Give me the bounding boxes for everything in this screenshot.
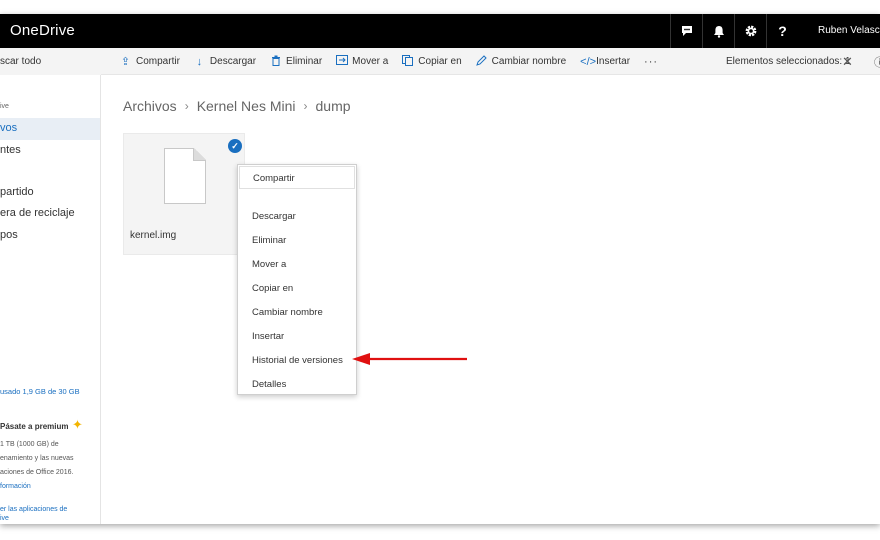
download-button[interactable]: ↓ Descargar	[194, 56, 256, 68]
more-info-link[interactable]: formación	[0, 483, 31, 490]
checkmark-icon[interactable]: ✓	[228, 139, 242, 153]
file-tile[interactable]: ✓ kernel.img	[123, 133, 245, 255]
command-bar: scar todo ⇪ Compartir ↓ Descargar Elimin…	[0, 48, 880, 75]
sidebar-item-files[interactable]: vos	[0, 118, 100, 140]
sidebar: ive vos ntes partido era de reciclaje po…	[0, 75, 101, 524]
command-items: ⇪ Compartir ↓ Descargar Eliminar Mover a	[120, 48, 672, 75]
rename-label: Cambiar nombre	[491, 56, 567, 67]
menu-item-copy[interactable]: Copiar en	[252, 283, 293, 294]
premium-title: Pásate a premium	[0, 422, 69, 431]
sidebar-item-pcs[interactable]: pos	[0, 229, 18, 241]
delete-label: Eliminar	[286, 56, 323, 67]
sidebar-section-label: ive	[0, 103, 9, 110]
sidebar-item-shared[interactable]: partido	[0, 186, 34, 198]
breadcrumb-item-archivos[interactable]: Archivos	[123, 98, 177, 114]
premium-text-line: enamiento y las nuevas	[0, 455, 74, 462]
get-apps-link-continued[interactable]: ive	[0, 515, 9, 522]
premium-text-line: 1 TB (1000 GB) de	[0, 441, 59, 448]
chevron-right-icon: ›	[303, 99, 308, 113]
help-icon[interactable]: ?	[766, 14, 798, 48]
download-icon: ↓	[196, 55, 203, 68]
move-label: Mover a	[352, 56, 389, 67]
rename-button[interactable]: Cambiar nombre	[475, 54, 567, 69]
chevron-right-icon: ›	[184, 99, 189, 113]
embed-label: Insertar	[596, 56, 631, 67]
embed-button[interactable]: </> Insertar	[580, 56, 630, 68]
app-title[interactable]: OneDrive	[10, 22, 75, 39]
context-menu: Compartir Descargar Eliminar Mover a Cop…	[237, 164, 357, 395]
get-apps-link[interactable]: er las aplicaciones de	[0, 506, 67, 513]
onedrive-window: OneDrive ? Ruben Velasco scar todo ⇪ Com…	[0, 14, 880, 524]
sidebar-item-recent[interactable]: ntes	[0, 144, 21, 156]
menu-item-delete[interactable]: Eliminar	[252, 235, 286, 246]
share-icon: ⇪	[120, 56, 131, 68]
sparkle-icon: ✦	[72, 417, 83, 432]
gear-icon[interactable]	[734, 14, 766, 48]
close-icon[interactable]: ✕	[842, 54, 853, 70]
move-button[interactable]: Mover a	[336, 55, 388, 68]
bell-icon[interactable]	[702, 14, 734, 48]
search-input[interactable]: scar todo	[0, 48, 101, 75]
breadcrumb-item-kernel-nes-mini[interactable]: Kernel Nes Mini	[197, 98, 296, 114]
menu-item-share[interactable]: Compartir	[239, 166, 355, 189]
file-name: kernel.img	[130, 230, 177, 241]
more-button[interactable]: ···	[644, 56, 658, 68]
top-bar: OneDrive ? Ruben Velasco	[0, 14, 880, 48]
premium-text-line: aciones de Office 2016.	[0, 469, 74, 476]
user-name[interactable]: Ruben Velasco	[818, 25, 880, 36]
top-icon-group: ?	[670, 14, 798, 48]
storage-usage-link[interactable]: usado 1,9 GB de 30 GB	[0, 387, 80, 396]
menu-item-move[interactable]: Mover a	[252, 259, 286, 270]
info-icon[interactable]: ⓘ	[874, 54, 880, 70]
chat-icon[interactable]	[670, 14, 702, 48]
menu-item-rename[interactable]: Cambiar nombre	[252, 307, 323, 318]
share-label: Compartir	[136, 56, 180, 67]
rename-icon	[475, 54, 487, 69]
menu-item-version-history[interactable]: Historial de versiones	[252, 355, 343, 366]
delete-button[interactable]: Eliminar	[270, 55, 322, 69]
download-label: Descargar	[209, 56, 257, 67]
copy-button[interactable]: Copiar en	[402, 54, 462, 69]
trash-icon	[270, 55, 281, 69]
breadcrumb-item-dump: dump	[315, 98, 351, 114]
annotation-arrow	[352, 353, 467, 365]
move-icon	[336, 55, 349, 68]
sidebar-item-recycle-bin[interactable]: era de reciclaje	[0, 207, 75, 219]
menu-item-details[interactable]: Detalles	[252, 379, 286, 390]
embed-icon: </>	[580, 55, 597, 68]
selected-count: Elementos seleccionados: 1	[726, 56, 851, 67]
document-icon	[164, 148, 206, 204]
menu-item-download[interactable]: Descargar	[252, 211, 296, 222]
share-button[interactable]: ⇪ Compartir	[120, 55, 180, 68]
copy-label: Copiar en	[418, 56, 462, 67]
copy-icon	[402, 54, 414, 69]
breadcrumb: Archivos › Kernel Nes Mini › dump	[123, 98, 351, 114]
menu-item-embed[interactable]: Insertar	[252, 331, 284, 342]
